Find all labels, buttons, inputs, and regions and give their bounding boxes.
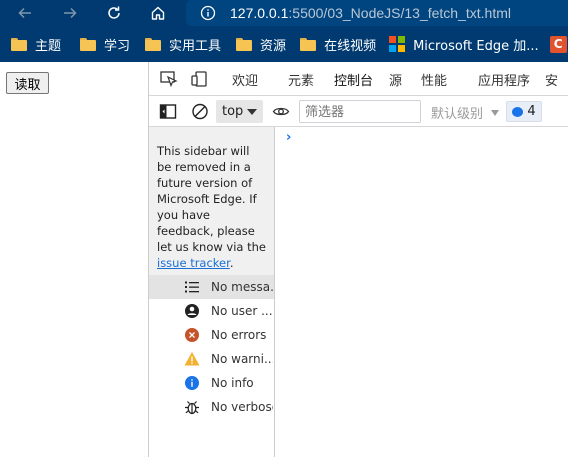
url-field[interactable]: 127.0.0.1:5500/03_NodeJS/13_fetch_txt.ht…	[186, 0, 568, 26]
chevron-down-icon	[247, 109, 257, 115]
eye-icon[interactable]	[272, 103, 290, 120]
folder-icon	[11, 37, 27, 51]
favorite-label: 实用工具	[169, 38, 222, 54]
console-prompt-icon[interactable]: ›	[286, 130, 291, 145]
console-toolbar: top 默认级别 4	[149, 96, 568, 127]
favorite-link[interactable]: Microsoft Edge 加...	[389, 35, 539, 54]
device-emulation-icon[interactable]	[191, 71, 209, 87]
sidebar-item-label: No info	[211, 376, 254, 390]
devtools-panel: 欢迎 元素 控制台 源 性能 应用程序 安 top 默认级别 4 This si…	[148, 62, 568, 457]
favorite-folder[interactable]: 主题	[11, 35, 61, 54]
log-levels-label: 默认级别	[431, 107, 484, 122]
context-select[interactable]: top	[216, 100, 263, 123]
favorite-folder[interactable]: 学习	[80, 35, 130, 54]
url-host: 127.0.0.1	[230, 5, 289, 21]
favorites-bar: 主题 学习 实用工具 资源 在线视频 Microsoft Edge 加... C…	[0, 26, 568, 62]
favorite-label: 在线视频	[324, 38, 377, 54]
sidebar-item-warnings[interactable]: No warni...	[149, 347, 274, 371]
sidebar-item-label: No messa...	[211, 280, 273, 294]
page-content: 读取	[0, 62, 148, 457]
folder-icon	[236, 37, 253, 51]
issue-tracker-link[interactable]: issue tracker	[157, 256, 230, 270]
favorite-label: Microsoft Edge 加...	[413, 38, 539, 54]
notice-tail: .	[229, 256, 234, 270]
microsoft-logo-icon	[389, 36, 406, 52]
devtools-tabs: 欢迎 元素 控制台 源 性能 应用程序 安	[149, 62, 568, 96]
console-output[interactable]: ›	[276, 127, 568, 457]
tab-elements[interactable]: 元素	[288, 62, 314, 95]
issues-count: 4	[527, 104, 536, 119]
favorite-label: 学习	[104, 38, 131, 54]
context-value: top	[222, 104, 244, 119]
inspect-element-icon[interactable]	[160, 71, 178, 87]
sidebar-item-info[interactable]: No info	[149, 371, 274, 395]
clear-console-icon[interactable]	[191, 103, 209, 120]
list-icon	[185, 281, 199, 293]
favorite-folder[interactable]: 资源	[236, 35, 286, 54]
favorite-folder[interactable]: 实用工具	[145, 35, 221, 54]
home-button[interactable]	[146, 0, 170, 26]
url-text: 127.0.0.1:5500/03_NodeJS/13_fetch_txt.ht…	[230, 5, 511, 21]
warning-icon	[184, 352, 200, 366]
sidebar-item-user-messages[interactable]: No user ...	[149, 299, 274, 323]
read-button[interactable]: 读取	[6, 72, 49, 94]
sidebar-item-verbose[interactable]: No verbose	[149, 395, 274, 419]
url-path: :5500/03_NodeJS/13_fetch_txt.html	[288, 5, 511, 21]
user-icon	[185, 304, 199, 318]
tab-security[interactable]: 安	[545, 62, 558, 95]
sidebar-filter-list: No messa... No user ... No errors No war…	[149, 275, 274, 419]
tab-welcome[interactable]: 欢迎	[232, 62, 258, 95]
tab-performance[interactable]: 性能	[421, 62, 447, 95]
favorite-link[interactable]: C 首页	[549, 35, 568, 54]
sidebar-item-label: No verbose	[211, 400, 273, 414]
error-icon	[185, 328, 199, 342]
issues-counter[interactable]: 4	[506, 101, 542, 122]
refresh-icon	[108, 6, 120, 19]
back-button[interactable]	[13, 0, 37, 26]
log-levels-dropdown[interactable]: 默认级别	[431, 103, 500, 122]
sidebar-deprecation-notice: This sidebar will be removed in a future…	[149, 127, 274, 275]
refresh-button[interactable]	[102, 0, 126, 26]
c-logo-icon: C	[549, 35, 567, 53]
home-icon	[151, 6, 165, 20]
arrow-left-icon	[18, 7, 31, 19]
chevron-down-icon	[491, 109, 500, 116]
favorite-label: 主题	[35, 38, 62, 54]
tab-console[interactable]: 控制台	[334, 62, 373, 95]
issues-icon	[512, 106, 524, 117]
forward-button[interactable]	[58, 0, 82, 26]
folder-icon	[145, 37, 162, 51]
filter-input[interactable]	[299, 100, 421, 123]
sidebar-toggle-icon[interactable]	[159, 103, 177, 120]
folder-icon	[300, 37, 317, 51]
info-icon	[185, 376, 199, 390]
address-bar: 127.0.0.1:5500/03_NodeJS/13_fetch_txt.ht…	[0, 0, 568, 26]
tab-application[interactable]: 应用程序	[478, 62, 530, 95]
sidebar-item-label: No warni...	[211, 352, 273, 366]
tab-sources[interactable]: 源	[389, 62, 402, 95]
sidebar-item-errors[interactable]: No errors	[149, 323, 274, 347]
sidebar-item-messages[interactable]: No messa...	[149, 275, 274, 299]
folder-icon	[80, 37, 97, 51]
bug-icon	[185, 401, 199, 415]
sidebar-item-label: No errors	[211, 328, 267, 342]
notice-text: This sidebar will be removed in a future…	[157, 144, 266, 254]
favorite-label: 资源	[260, 38, 287, 54]
console-sidebar: This sidebar will be removed in a future…	[149, 127, 275, 457]
arrow-right-icon	[64, 7, 77, 19]
sidebar-item-label: No user ...	[211, 304, 273, 318]
favorite-folder[interactable]: 在线视频	[300, 35, 376, 54]
site-info-icon[interactable]	[200, 5, 216, 21]
